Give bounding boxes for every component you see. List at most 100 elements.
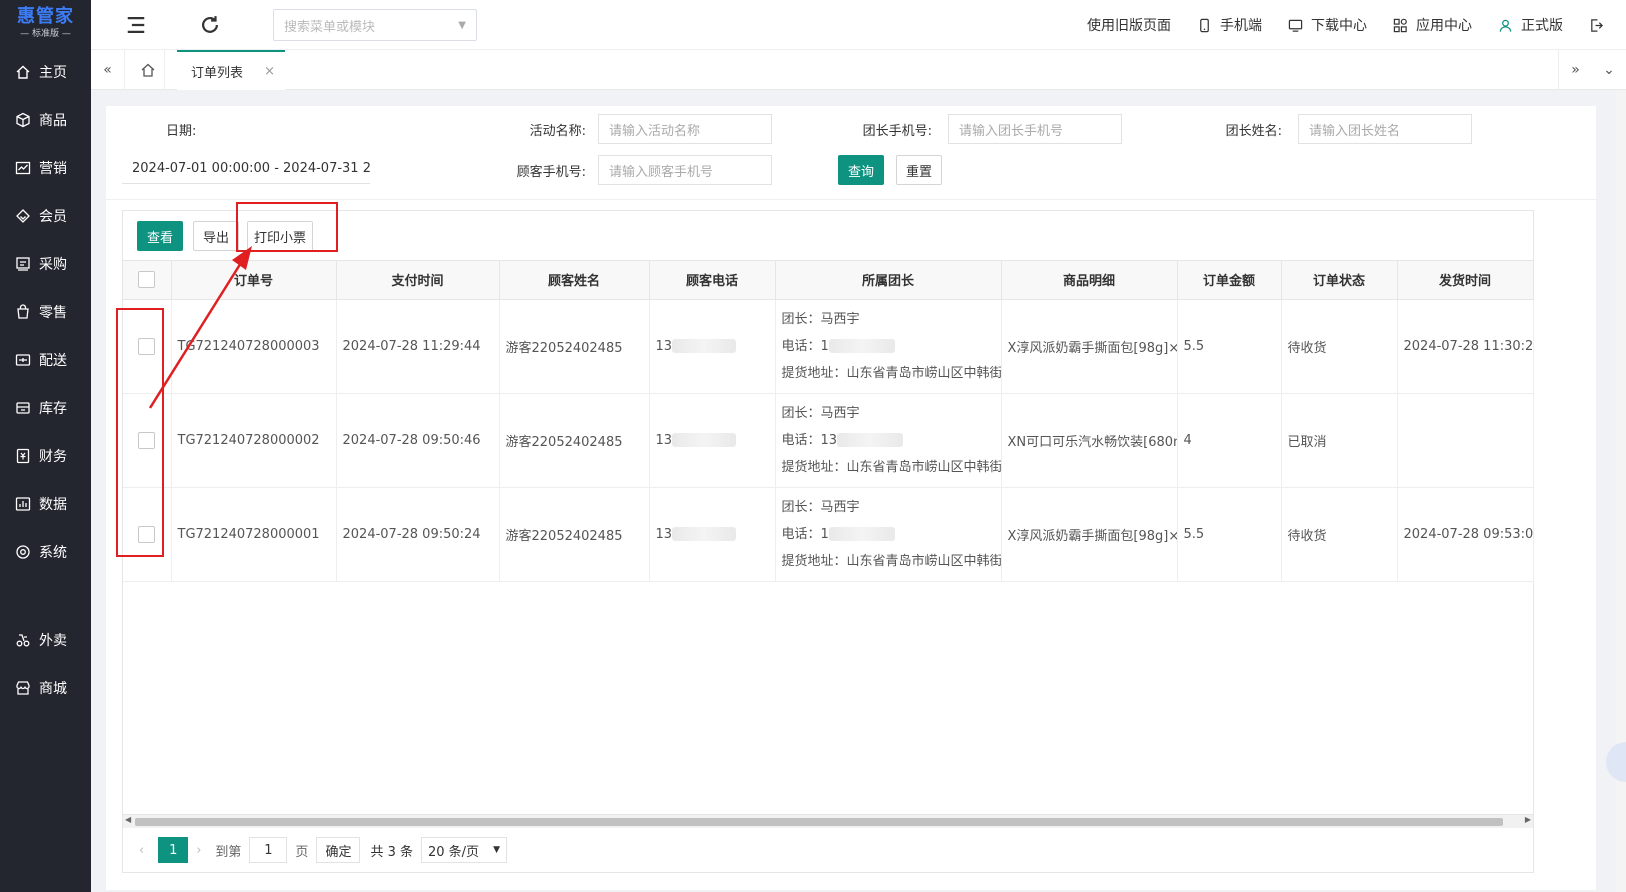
cell-pay-time: 2024-07-28 09:50:24 bbox=[336, 487, 500, 582]
leader-phone-line: 电话：1 bbox=[782, 521, 995, 548]
row-checkbox[interactable] bbox=[138, 525, 156, 543]
table-horizontal-scrollbar[interactable]: ◀ ▶ bbox=[123, 814, 1533, 828]
col-header-pay-time[interactable]: 支付时间 bbox=[336, 261, 500, 300]
view-button[interactable]: 查看 bbox=[137, 221, 183, 251]
col-header-leader[interactable]: 所属团长 bbox=[775, 261, 1002, 300]
tabs-more-icon[interactable]: ⌄ bbox=[1592, 50, 1626, 90]
row-select-cell[interactable] bbox=[123, 299, 172, 394]
download-center-label: 下载中心 bbox=[1311, 18, 1367, 34]
sidebar-item-6-items[interactable]: 零售 bbox=[0, 288, 91, 336]
scroll-left-arrow-icon[interactable]: ◀ bbox=[125, 815, 131, 824]
goto-page-input[interactable]: 1 bbox=[249, 837, 288, 863]
download-center-link[interactable]: 下载中心 bbox=[1288, 15, 1367, 35]
cell-goods: XN可口可乐汽水畅饮装[680ml bbox=[1001, 393, 1178, 488]
chevron-down-icon: ▼ bbox=[458, 19, 466, 31]
sidebar-item-2-items[interactable]: 商品 bbox=[0, 96, 91, 144]
user-icon bbox=[1499, 19, 1512, 32]
table-row[interactable]: TG721240728000001 2024-07-28 09:50:24 游客22… bbox=[123, 487, 1534, 582]
tabs-bar: « 订单列表 × » ⌄ bbox=[91, 50, 1626, 90]
sidebar-item-8-items[interactable]: 库存 bbox=[0, 384, 91, 432]
tab-order-list[interactable]: 订单列表 × bbox=[177, 50, 285, 90]
sidebar-item-7-items[interactable]: 配送 bbox=[0, 336, 91, 384]
cell-amount: 4 bbox=[1177, 393, 1282, 488]
goto-confirm-button[interactable]: 确定 bbox=[316, 837, 361, 863]
table-row[interactable]: TG721240728000003 2024-07-28 11:29:44 游客22… bbox=[123, 299, 1534, 394]
prev-page-icon[interactable]: ‹ bbox=[139, 843, 144, 858]
row-checkbox[interactable] bbox=[138, 431, 156, 449]
sidebar-item-3-items[interactable]: 营销 bbox=[0, 144, 91, 192]
col-header-amount[interactable]: 订单金额 bbox=[1177, 261, 1282, 300]
col-header-goods[interactable]: 商品明细 bbox=[1001, 261, 1178, 300]
row-select-cell[interactable] bbox=[123, 393, 172, 488]
old-version-link[interactable]: 使用旧版页面 bbox=[1087, 15, 1171, 35]
order-table-grid: 订单号 支付时间 顾客姓名 顾客电话 所属团长 商品明细 订单金额 订单状态 发… bbox=[123, 261, 1534, 582]
query-button[interactable]: 查询 bbox=[838, 155, 884, 185]
sidebar-item-4-items[interactable]: 会员 bbox=[0, 192, 91, 240]
sidebar-item-10-items[interactable]: 数据 bbox=[0, 480, 91, 528]
col-header-status[interactable]: 订单状态 bbox=[1281, 261, 1398, 300]
cell-amount: 5.5 bbox=[1177, 299, 1282, 394]
col-header-ship-time[interactable]: 发货时间 bbox=[1397, 261, 1534, 300]
row-select-cell[interactable] bbox=[123, 487, 172, 582]
tabs-scroll-right-icon[interactable]: » bbox=[1558, 50, 1592, 90]
chart-icon bbox=[14, 159, 32, 177]
top-header: 搜索菜单或模块 ▼ 使用旧版页面 手机端 下载中心 应用中心 正式版 bbox=[91, 0, 1626, 50]
pagination: ‹ 1 › 到第 1 页 确定 共 3 条 20 条/页 ▼ bbox=[123, 828, 1533, 872]
sidebar-item-9-items[interactable]: 财务 bbox=[0, 432, 91, 480]
date-range-input[interactable]: 2024-07-01 00:00:00 - 2024-07-31 23:5 bbox=[122, 154, 370, 184]
print-receipt-button[interactable]: 打印小票 bbox=[247, 221, 313, 251]
customer-phone-prefix: 13 bbox=[655, 338, 673, 354]
export-button[interactable]: 导出 bbox=[193, 221, 239, 251]
sidebar-item-5-items[interactable]: 采购 bbox=[0, 240, 91, 288]
cell-order-no: TG721240728000003 bbox=[171, 299, 337, 394]
cell-amount: 5.5 bbox=[1177, 487, 1282, 582]
col-header-order-no[interactable]: 订单号 bbox=[171, 261, 337, 300]
table-row[interactable]: TG721240728000002 2024-07-28 09:50:46 游客22… bbox=[123, 393, 1534, 488]
scroll-right-arrow-icon[interactable]: ▶ bbox=[1525, 815, 1531, 824]
sidebar-item-11-items[interactable]: 系统 bbox=[0, 528, 91, 576]
customer-phone-input[interactable]: 请输入顾客手机号 bbox=[598, 155, 772, 185]
row-checkbox[interactable] bbox=[138, 337, 156, 355]
leader-name-input[interactable]: 请输入团长姓名 bbox=[1298, 114, 1472, 144]
logo-main-text: 惠管家 bbox=[17, 6, 74, 27]
floating-assistant-icon[interactable] bbox=[1606, 742, 1626, 782]
col-header-customer-name[interactable]: 顾客姓名 bbox=[499, 261, 650, 300]
sidebar-item-2-extra_items[interactable]: 商城 bbox=[0, 664, 91, 712]
reset-button[interactable]: 重置 bbox=[896, 155, 942, 185]
sidebar-item-label: 采购 bbox=[39, 257, 67, 273]
order-table: 查看 导出 打印小票 订单号 支付时间 顾客姓名 顾客电话 所属团长 商品明细 … bbox=[122, 210, 1534, 873]
cell-customer-phone: 13 bbox=[649, 299, 776, 394]
app-logo[interactable]: 惠管家 — 标准版 — bbox=[0, 0, 91, 48]
leader-phone: 电话：1 bbox=[781, 526, 829, 542]
next-page-icon[interactable]: › bbox=[196, 843, 201, 858]
col-header-customer-phone[interactable]: 顾客电话 bbox=[649, 261, 776, 300]
total-count: 共 3 条 bbox=[370, 844, 413, 860]
tabs-scroll-left-icon[interactable]: « bbox=[91, 50, 125, 90]
sidebar-item-1-extra_items[interactable]: 外卖 bbox=[0, 616, 91, 664]
menu-toggle-icon[interactable] bbox=[125, 14, 147, 36]
cell-order-no: TG721240728000001 bbox=[171, 487, 337, 582]
cell-status: 待收货 bbox=[1281, 299, 1398, 394]
activity-name-input[interactable]: 请输入活动名称 bbox=[598, 114, 772, 144]
filter-divider bbox=[106, 199, 1596, 200]
leader-address: 提货地址：山东省青岛市崂山区中韩街道 bbox=[781, 459, 1001, 475]
home-tab-icon[interactable] bbox=[131, 50, 165, 90]
sidebar-item-1-items[interactable]: 主页 bbox=[0, 48, 91, 96]
leader-phone-input[interactable]: 请输入团长手机号 bbox=[948, 114, 1122, 144]
select-all-checkbox[interactable] bbox=[138, 271, 156, 289]
page-size-select[interactable]: 20 条/页 ▼ bbox=[421, 837, 507, 863]
page-current[interactable]: 1 bbox=[158, 837, 189, 863]
mobile-link[interactable]: 手机端 bbox=[1197, 15, 1262, 35]
cell-pay-time: 2024-07-28 09:50:46 bbox=[336, 393, 500, 488]
scrollbar-thumb[interactable] bbox=[135, 818, 1503, 826]
sidebar-item-label: 系统 bbox=[39, 545, 67, 561]
app-center-link[interactable]: 应用中心 bbox=[1393, 15, 1472, 35]
menu-search-input[interactable]: 搜索菜单或模块 ▼ bbox=[273, 9, 477, 41]
user-menu[interactable]: 正式版 bbox=[1498, 15, 1563, 35]
close-icon[interactable]: × bbox=[264, 64, 275, 79]
home-icon bbox=[14, 63, 32, 81]
header-select-all[interactable] bbox=[123, 261, 172, 300]
logout-icon[interactable] bbox=[1589, 18, 1612, 33]
inventory-icon bbox=[14, 399, 32, 417]
refresh-icon[interactable] bbox=[199, 14, 221, 36]
